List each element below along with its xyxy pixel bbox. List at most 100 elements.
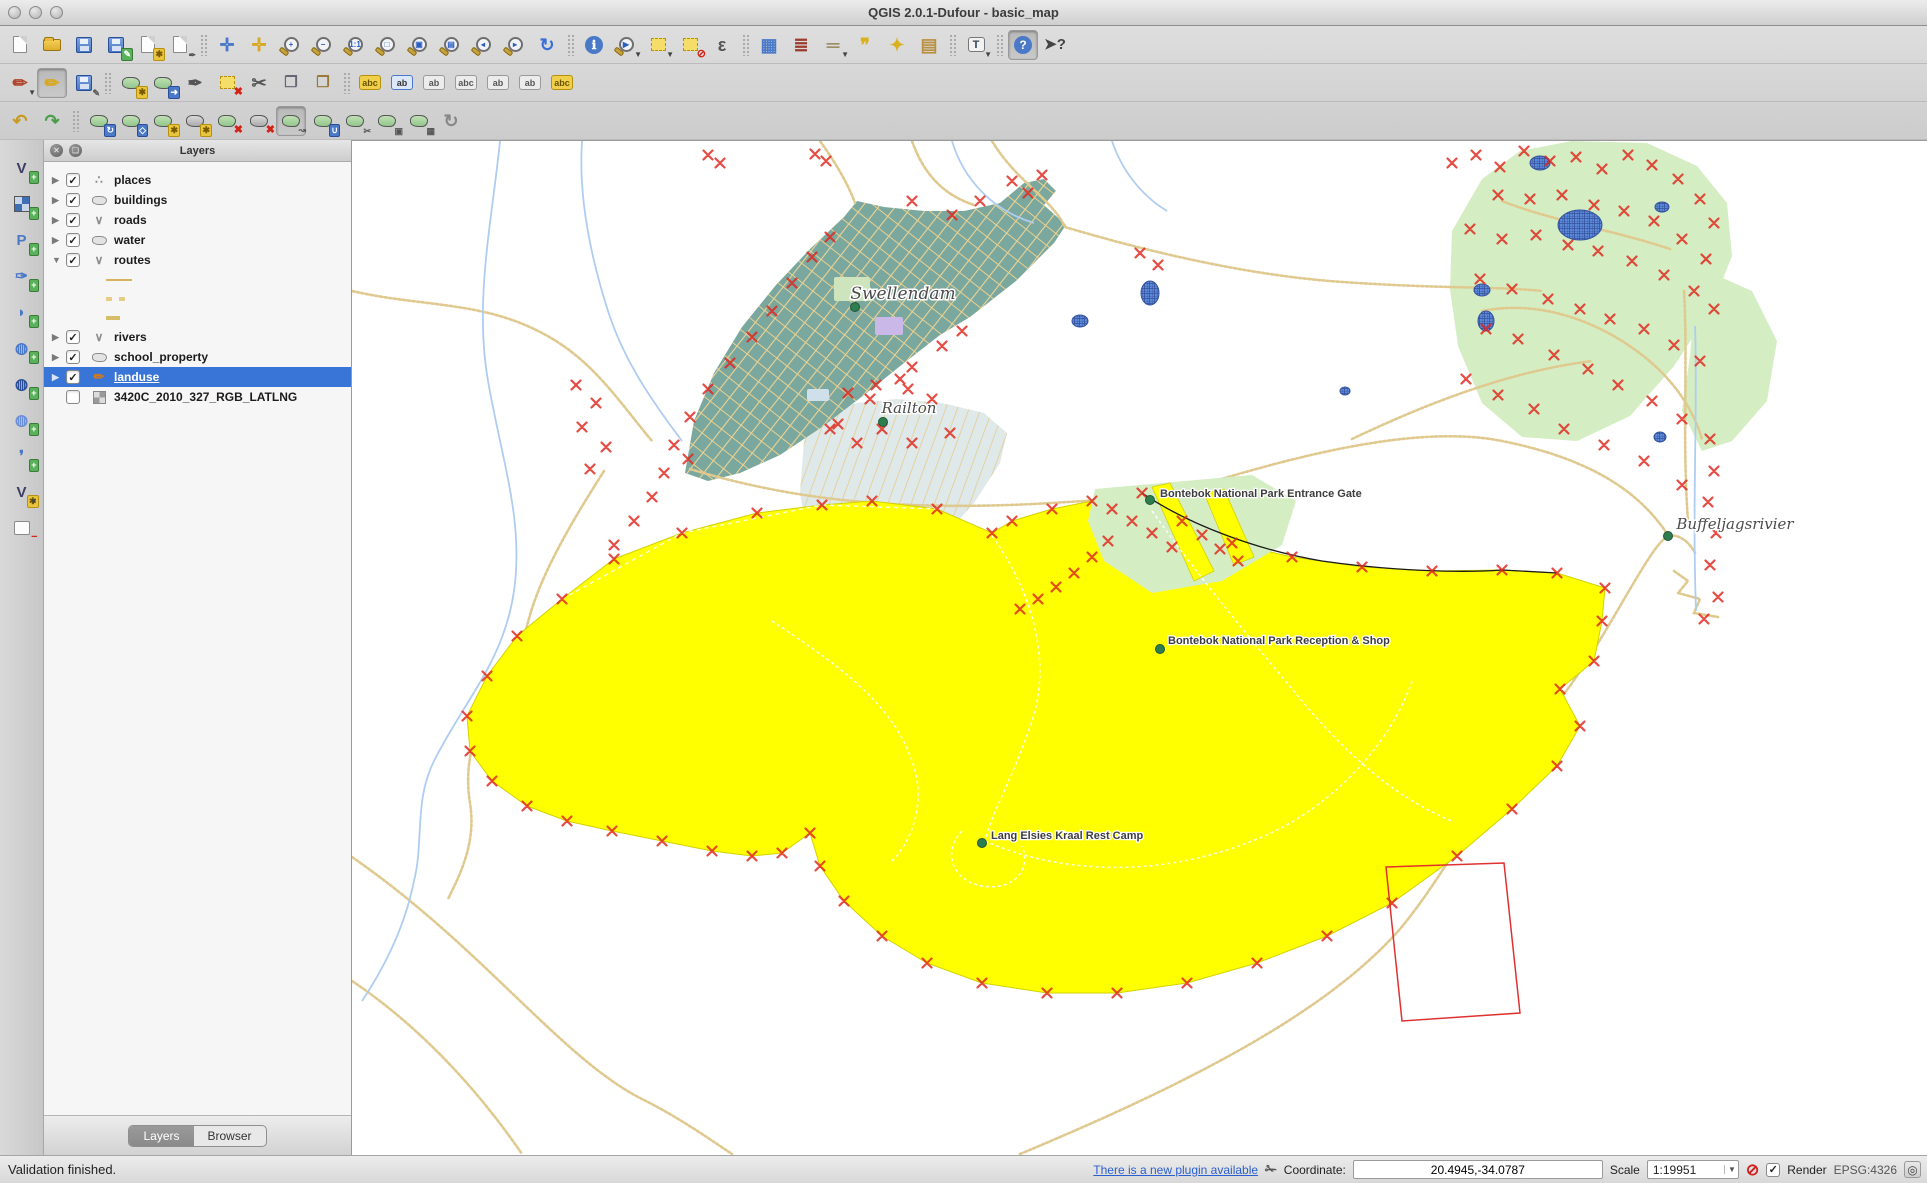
render-checkbox[interactable]: ✓ <box>1766 1163 1780 1177</box>
new-project-button[interactable] <box>5 30 35 60</box>
add-delimited-text-layer-button[interactable]: ❜+ <box>7 441 37 471</box>
reshape-features-button[interactable]: ↝ <box>276 106 306 136</box>
layer-visibility-checkbox[interactable] <box>66 390 80 404</box>
layer-item-landuse[interactable]: ▶✓✏landuse <box>44 367 351 387</box>
layer-item-roads[interactable]: ▶✓∨roads <box>44 210 351 230</box>
zoom-last-button[interactable]: ◂ <box>468 30 498 60</box>
select-features-button[interactable]: ▼ <box>643 30 673 60</box>
zoom-next-button[interactable]: ▸ <box>500 30 530 60</box>
layer-visibility-checkbox[interactable]: ✓ <box>66 253 80 267</box>
layer-item-water[interactable]: ▶✓water <box>44 230 351 250</box>
label-tool-1-button[interactable]: abc <box>355 68 385 98</box>
redo-button[interactable]: ↷ <box>37 106 67 136</box>
node-tool-button[interactable]: ✒ <box>180 68 210 98</box>
panel-float-icon[interactable]: ❏ <box>69 144 82 157</box>
label-tool-4-button[interactable]: abc <box>451 68 481 98</box>
paste-features-button[interactable]: ❒ <box>308 68 338 98</box>
open-project-button[interactable] <box>37 30 67 60</box>
run-feature-action-button[interactable]: ▶▼ <box>611 30 641 60</box>
label-tool-2-button[interactable]: ab <box>387 68 417 98</box>
add-wfs-layer-button[interactable]: ◍+ <box>7 405 37 435</box>
move-feature-button[interactable]: ➜ <box>148 68 178 98</box>
measure-button[interactable]: ═▼ <box>818 30 848 60</box>
chevron-down-icon[interactable]: ▼ <box>841 50 849 59</box>
layer-item-school_property[interactable]: ▶✓school_property <box>44 347 351 367</box>
add-ring-button[interactable]: ✱ <box>148 106 178 136</box>
identify-features-button[interactable]: ℹ <box>579 30 609 60</box>
disclosure-arrow-icon[interactable]: ▶ <box>52 195 66 206</box>
layer-visibility-checkbox[interactable]: ✓ <box>66 213 80 227</box>
save-project-button[interactable] <box>69 30 99 60</box>
chevron-down-icon[interactable]: ▼ <box>666 50 674 59</box>
composer-manager-button[interactable]: ✒ <box>165 30 195 60</box>
chevron-down-icon[interactable]: ▼ <box>634 50 642 59</box>
label-tool-6-button[interactable]: ab <box>515 68 545 98</box>
disclosure-arrow-icon[interactable]: ▶ <box>52 332 66 343</box>
save-project-as-button[interactable]: ✎ <box>101 30 131 60</box>
tab-layers[interactable]: Layers <box>129 1126 193 1146</box>
add-vector-layer-button[interactable]: V+ <box>7 153 37 183</box>
coordinate-input[interactable] <box>1353 1160 1603 1179</box>
chevron-down-icon[interactable]: ▼ <box>1724 1165 1736 1174</box>
zoom-full-extent-button[interactable]: □ <box>372 30 402 60</box>
add-wms-layer-button[interactable]: ◍+ <box>7 333 37 363</box>
disclosure-arrow-icon[interactable]: ▶ <box>52 372 66 383</box>
disclosure-arrow-icon[interactable]: ▼ <box>52 255 66 265</box>
zoom-to-selection-button[interactable]: ▣ <box>404 30 434 60</box>
epsg-status[interactable]: EPSG:4326 <box>1834 1163 1897 1177</box>
split-features-button[interactable]: ✂ <box>340 106 370 136</box>
layer-visibility-checkbox[interactable]: ✓ <box>66 173 80 187</box>
layer-item-routes[interactable]: ▼✓∨routes <box>44 250 351 270</box>
text-annotation-button[interactable]: T▼ <box>961 30 991 60</box>
pan-map-button[interactable]: ✛ <box>212 30 242 60</box>
layer-visibility-checkbox[interactable]: ✓ <box>66 193 80 207</box>
plugin-icon[interactable]: ✁ <box>1265 1161 1277 1178</box>
zoom-to-layer-button[interactable]: ▤ <box>436 30 466 60</box>
select-by-expression-button[interactable]: ε <box>707 30 737 60</box>
zoom-out-button[interactable]: − <box>308 30 338 60</box>
new-print-composer-button[interactable]: ✱ <box>133 30 163 60</box>
deselect-features-button[interactable]: ⊘ <box>675 30 705 60</box>
whats-this-button[interactable]: ➤? <box>1040 30 1070 60</box>
zoom-native-button[interactable]: 1:1 <box>340 30 370 60</box>
save-layer-edits-button[interactable]: ✎ <box>69 68 99 98</box>
map-canvas[interactable]: SwellendamRailtonBuffeljagsrivierBontebo… <box>352 140 1927 1155</box>
label-tool-3-button[interactable]: ab <box>419 68 449 98</box>
layer-visibility-checkbox[interactable]: ✓ <box>66 370 80 384</box>
disclosure-arrow-icon[interactable]: ▶ <box>52 235 66 246</box>
cut-features-button[interactable]: ✂ <box>244 68 274 98</box>
disclosure-arrow-icon[interactable]: ▶ <box>52 175 66 186</box>
field-calculator-button[interactable]: ≣ <box>786 30 816 60</box>
layer-visibility-checkbox[interactable]: ✓ <box>66 350 80 364</box>
add-wcs-layer-button[interactable]: ◍+ <box>7 369 37 399</box>
add-raster-layer-button[interactable]: + <box>7 189 37 219</box>
show-bookmarks-button[interactable]: ▤ <box>914 30 944 60</box>
disclosure-arrow-icon[interactable]: ▶ <box>52 215 66 226</box>
merge-attributes-button[interactable]: ▦ <box>404 106 434 136</box>
delete-part-button[interactable]: ✖ <box>244 106 274 136</box>
layer-item-places[interactable]: ▶✓∴places <box>44 170 351 190</box>
add-spatialite-layer-button[interactable]: ✑+ <box>7 261 37 291</box>
crs-status-icon[interactable]: ◎ <box>1904 1161 1921 1178</box>
add-mssql-layer-button[interactable]: ◗+ <box>7 297 37 327</box>
delete-selected-button[interactable]: ✖ <box>212 68 242 98</box>
plugin-link[interactable]: There is a new plugin available <box>1093 1163 1258 1177</box>
map-tips-button[interactable]: ❞ <box>850 30 880 60</box>
layer-visibility-checkbox[interactable]: ✓ <box>66 330 80 344</box>
current-edits-button[interactable]: ✏▼ <box>5 68 35 98</box>
open-attribute-table-button[interactable]: ▦ <box>754 30 784 60</box>
remove-layer-button[interactable]: − <box>7 513 37 543</box>
add-part-button[interactable]: ✱ <box>180 106 210 136</box>
simplify-feature-button[interactable]: ◇ <box>116 106 146 136</box>
label-tool-7-button[interactable]: abc <box>547 68 577 98</box>
panel-close-icon[interactable]: ✕ <box>50 144 63 157</box>
chevron-down-icon[interactable]: ▼ <box>30 497 38 506</box>
scale-combo[interactable]: 1:19951▼ <box>1647 1160 1739 1179</box>
pan-to-selection-button[interactable]: ✛ <box>244 30 274 60</box>
new-shapefile-layer-button[interactable]: V✱▼ <box>7 477 37 507</box>
stop-render-icon[interactable]: ⊘ <box>1746 1160 1759 1180</box>
add-postgis-layer-button[interactable]: P+ <box>7 225 37 255</box>
toggle-editing-button[interactable]: ✏ <box>37 68 67 98</box>
new-bookmark-button[interactable]: ✦ <box>882 30 912 60</box>
copy-features-button[interactable]: ❐ <box>276 68 306 98</box>
